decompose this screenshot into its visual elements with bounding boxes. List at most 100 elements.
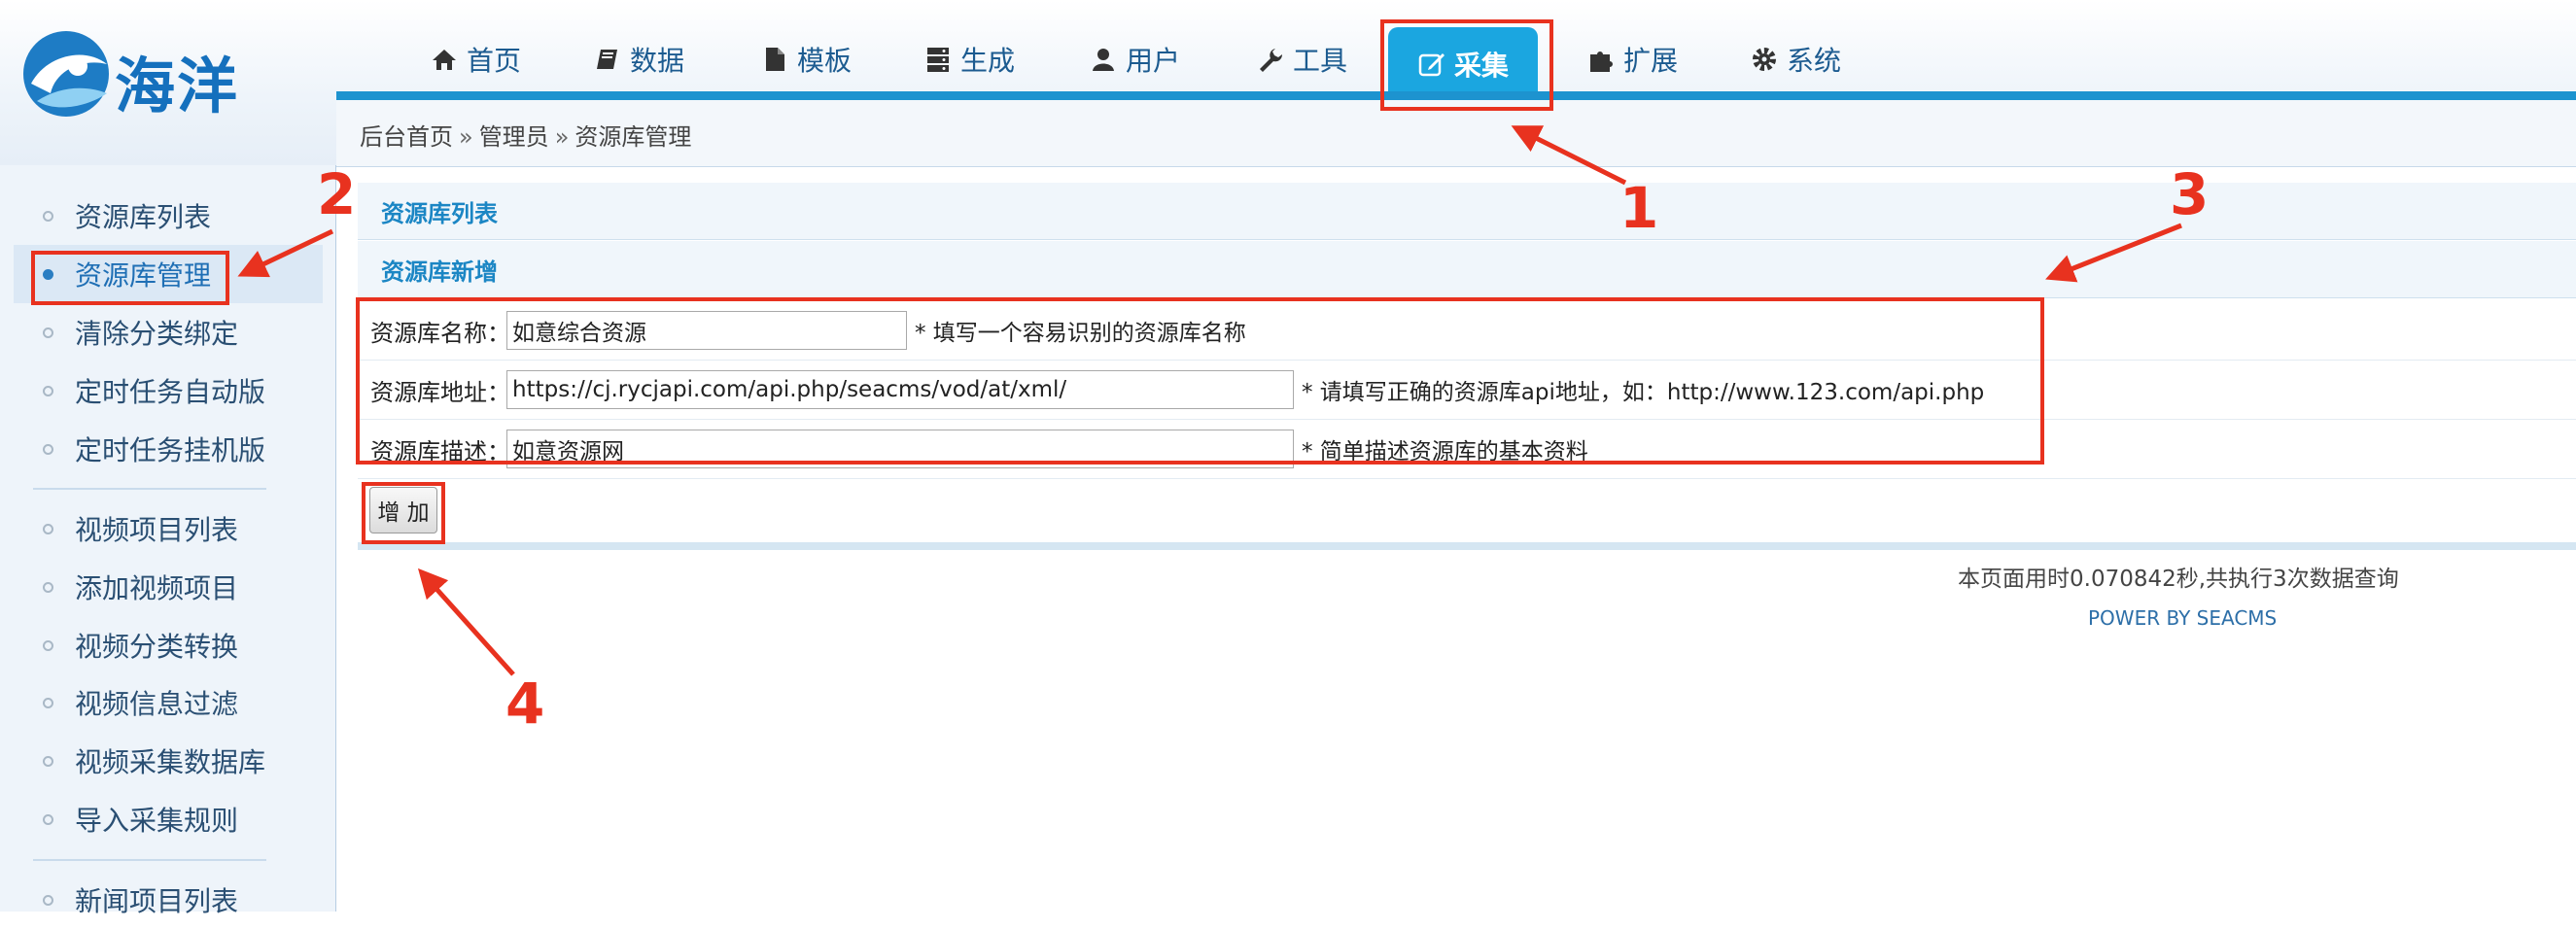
breadcrumb-admin[interactable]: 管理员 bbox=[479, 123, 549, 151]
annotation-number-2: 2 bbox=[317, 161, 357, 227]
nav-home-label: 首页 bbox=[467, 45, 522, 77]
bullet-icon bbox=[43, 894, 53, 906]
nav-generate[interactable]: 生成 bbox=[923, 25, 1015, 93]
nav-template-label: 模板 bbox=[797, 45, 853, 77]
footer-stats: 本页面用时0.070842秒,共执行3次数据查询 bbox=[1958, 567, 2399, 592]
repo-desc-hint: * 简单描述资源库的基本资料 bbox=[1302, 439, 1588, 464]
sidebar-item-label: 资源库列表 bbox=[75, 201, 212, 233]
sidebar-item-news-projects[interactable]: 新闻项目列表 bbox=[14, 871, 323, 929]
repo-name-input[interactable] bbox=[506, 311, 907, 350]
sidebar-item-label: 资源库管理 bbox=[75, 259, 212, 292]
bullet-icon bbox=[43, 813, 53, 825]
sidebar-item-video-category-convert[interactable]: 视频分类转换 bbox=[14, 616, 323, 674]
puzzle-icon bbox=[1590, 52, 1613, 72]
nav-user-label: 用户 bbox=[1126, 45, 1181, 77]
sidebar-item-label: 清除分类绑定 bbox=[75, 318, 239, 350]
annotation-number-3: 3 bbox=[2170, 161, 2210, 227]
footer-power[interactable]: POWER BY SEACMS bbox=[2088, 606, 2277, 630]
sidebar-item-add-video-project[interactable]: 添加视频项目 bbox=[14, 558, 323, 616]
sidebar-item-video-filter[interactable]: 视频信息过滤 bbox=[14, 673, 323, 732]
repo-address-label: 资源库地址： bbox=[370, 378, 510, 406]
nav-extend[interactable]: 扩展 bbox=[1586, 25, 1678, 93]
sidebar-item-import-rules[interactable]: 导入采集规则 bbox=[14, 790, 323, 848]
breadcrumb-sep: » bbox=[459, 123, 473, 151]
sidebar-item-cron-auto[interactable]: 定时任务自动版 bbox=[14, 361, 323, 420]
bullet-icon bbox=[43, 755, 53, 767]
nav-generate-label: 生成 bbox=[960, 45, 1016, 77]
edit-icon bbox=[1418, 53, 1445, 77]
sidebar-item-label: 视频信息过滤 bbox=[75, 688, 239, 720]
repo-address-hint: * 请填写正确的资源库api地址，如：http://www.123.com/ap… bbox=[1302, 380, 1985, 405]
bullet-icon bbox=[43, 327, 53, 338]
nav-data-label: 数据 bbox=[630, 45, 685, 77]
nav-template[interactable]: 模板 bbox=[760, 25, 852, 93]
server-icon bbox=[927, 48, 949, 72]
wrench-icon bbox=[1260, 49, 1283, 72]
sidebar-item-label: 视频采集数据库 bbox=[75, 746, 266, 778]
section-repo-add: 资源库新增 bbox=[358, 241, 2576, 298]
home-icon bbox=[433, 50, 456, 70]
form-row-name: 资源库名称： * 填写一个容易识别的资源库名称 bbox=[358, 301, 2576, 361]
nav-tools-label: 工具 bbox=[1293, 45, 1348, 77]
bullet-icon bbox=[43, 443, 53, 455]
repo-name-hint: * 填写一个容易识别的资源库名称 bbox=[915, 321, 1246, 346]
section-repo-list-title[interactable]: 资源库列表 bbox=[381, 194, 498, 228]
sidebar-item-label: 新闻项目列表 bbox=[75, 885, 239, 917]
repo-name-label: 资源库名称： bbox=[370, 319, 510, 347]
sidebar-item-video-projects[interactable]: 视频项目列表 bbox=[14, 499, 323, 558]
sidebar-item-repo-manage[interactable]: 资源库管理 bbox=[14, 245, 323, 303]
repo-desc-label: 资源库描述： bbox=[370, 437, 510, 465]
breadcrumb-home[interactable]: 后台首页 bbox=[360, 123, 453, 151]
book-icon bbox=[597, 50, 617, 69]
logo-text: 海洋 bbox=[115, 51, 240, 121]
sidebar-item-label: 导入采集规则 bbox=[75, 805, 239, 837]
nav-collect[interactable]: 采集 bbox=[1388, 27, 1539, 101]
breadcrumb-current: 资源库管理 bbox=[574, 123, 692, 151]
bullet-icon bbox=[43, 697, 53, 708]
bullet-icon bbox=[43, 639, 53, 651]
content-bottom-rule bbox=[358, 542, 2576, 550]
form-row-desc: 资源库描述： * 简单描述资源库的基本资料 bbox=[358, 420, 2576, 479]
breadcrumb-sep: » bbox=[554, 123, 570, 151]
sidebar-divider bbox=[33, 488, 266, 490]
sidebar-item-label: 视频项目列表 bbox=[75, 514, 239, 546]
file-icon bbox=[766, 48, 784, 71]
user-icon bbox=[1093, 49, 1114, 71]
sidebar-item-label: 定时任务自动版 bbox=[75, 376, 266, 408]
main-content: 资源库列表 资源库新增 资源库名称： * 填写一个容易识别的资源库名称 资源库地… bbox=[358, 183, 2576, 912]
bullet-icon bbox=[43, 523, 53, 534]
breadcrumb: 后台首页» 管理员» 资源库管理 bbox=[360, 118, 691, 152]
nav-extend-label: 扩展 bbox=[1623, 45, 1679, 77]
sidebar: 资源库列表 资源库管理 清除分类绑定 定时任务自动版 定时任务挂机版 视频项目列… bbox=[0, 165, 336, 917]
nav-underline bbox=[336, 91, 2576, 100]
bullet-icon bbox=[43, 385, 53, 396]
sidebar-item-label: 视频分类转换 bbox=[75, 631, 239, 663]
nav-system[interactable]: 系统 bbox=[1750, 25, 1841, 93]
nav-collect-label: 采集 bbox=[1454, 50, 1510, 82]
bullet-icon bbox=[43, 210, 53, 222]
nav-data[interactable]: 数据 bbox=[593, 25, 684, 93]
bullet-icon bbox=[43, 268, 53, 280]
sidebar-item-repo-list[interactable]: 资源库列表 bbox=[14, 187, 323, 245]
repo-address-input[interactable] bbox=[506, 370, 1294, 409]
add-button[interactable]: 增 加 bbox=[369, 487, 437, 533]
sidebar-item-label: 定时任务挂机版 bbox=[75, 434, 266, 466]
form-row-address: 资源库地址： * 请填写正确的资源库api地址，如：http://www.123… bbox=[358, 361, 2576, 420]
sidebar-item-label: 添加视频项目 bbox=[75, 572, 239, 604]
nav-user[interactable]: 用户 bbox=[1089, 25, 1180, 93]
sidebar-item-clear-binding[interactable]: 清除分类绑定 bbox=[14, 303, 323, 361]
breadcrumb-bar: 后台首页» 管理员» 资源库管理 bbox=[336, 100, 2576, 167]
section-repo-add-title: 资源库新增 bbox=[381, 258, 498, 286]
nav-home[interactable]: 首页 bbox=[430, 25, 521, 93]
bullet-icon bbox=[43, 581, 53, 593]
sidebar-item-cron-hang[interactable]: 定时任务挂机版 bbox=[14, 420, 323, 478]
sidebar-divider bbox=[33, 859, 266, 861]
section-repo-list: 资源库列表 bbox=[358, 183, 2576, 240]
annotation-number-4: 4 bbox=[505, 671, 545, 737]
nav-system-label: 系统 bbox=[1787, 45, 1842, 77]
nav-tools[interactable]: 工具 bbox=[1256, 25, 1347, 93]
repo-desc-input[interactable] bbox=[506, 430, 1294, 468]
annotation-number-1: 1 bbox=[1619, 175, 1659, 241]
sidebar-item-video-db[interactable]: 视频采集数据库 bbox=[14, 732, 323, 790]
gear-icon bbox=[1753, 48, 1776, 71]
